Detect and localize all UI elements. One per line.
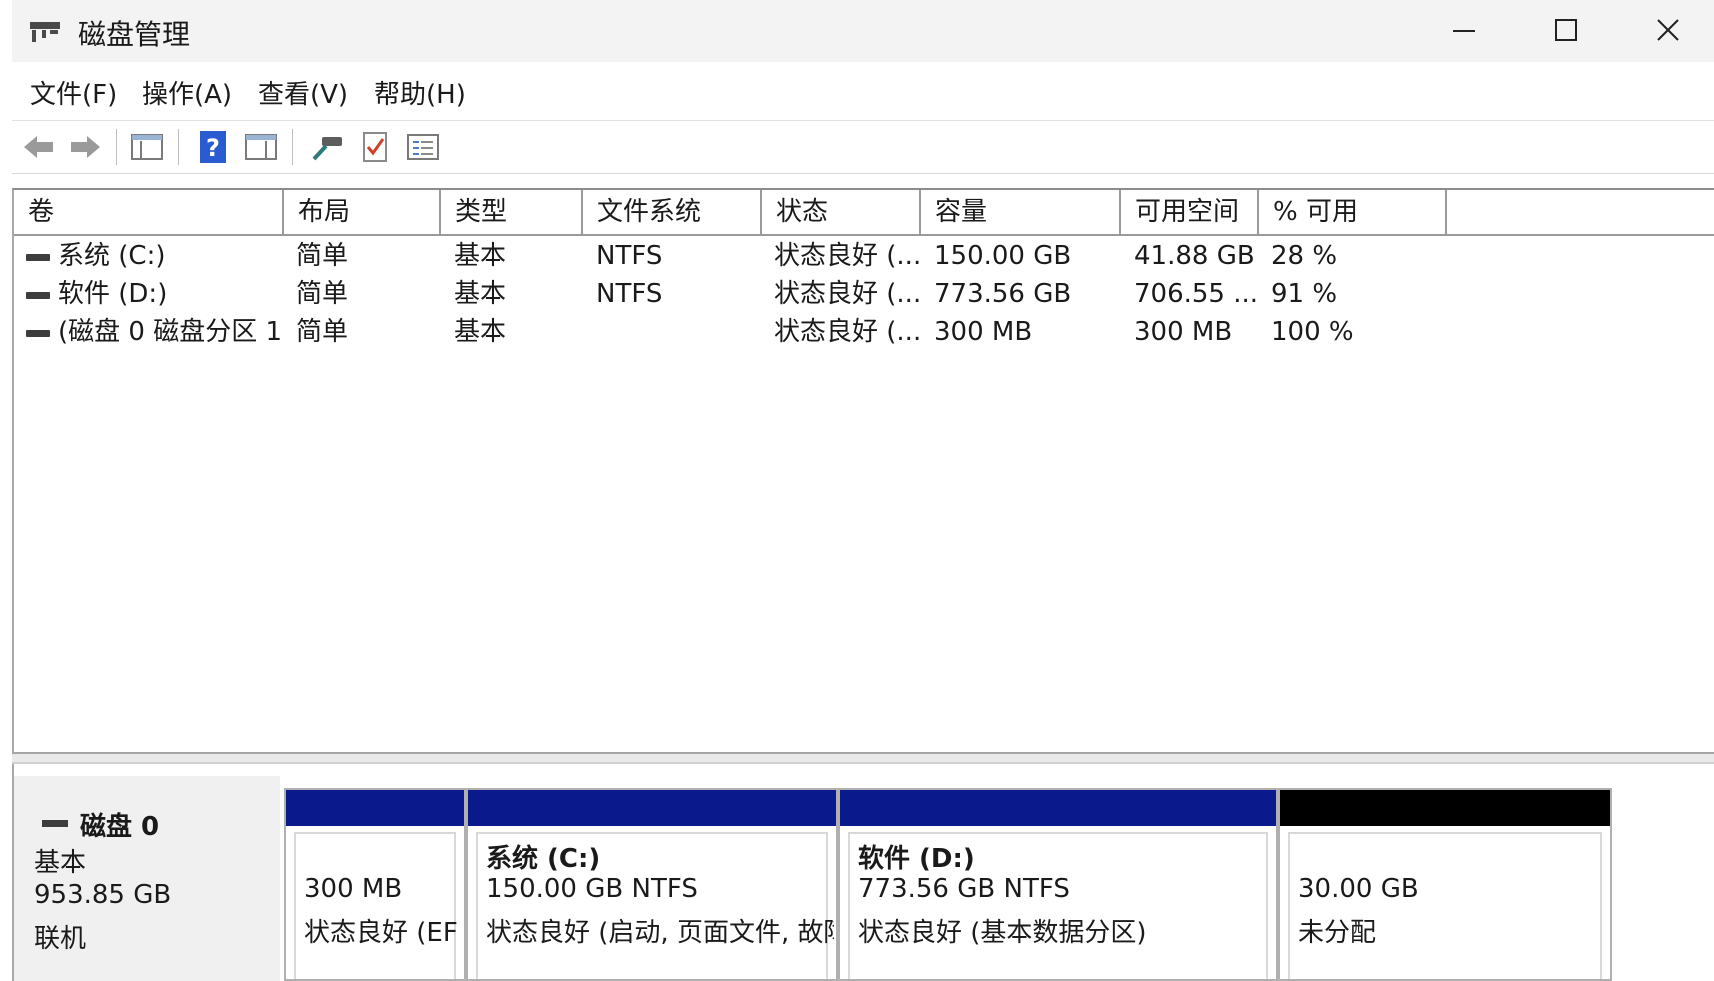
toolbar-separator (178, 129, 179, 165)
volume-name: 系统 (C:) (58, 241, 166, 271)
volume-icon (26, 254, 50, 261)
volume-name: 软件 (D:) (58, 279, 168, 309)
volume-layout: 简单 (296, 279, 349, 309)
partition-color-bar (286, 790, 464, 826)
column-header-status[interactable]: 状态 (762, 190, 921, 234)
help-icon[interactable]: ? (194, 129, 232, 165)
volume-list-header: 卷 布局 类型 文件系统 状态 容量 可用空间 % 可用 (14, 190, 1714, 236)
column-header-free-space[interactable]: 可用空间 (1121, 190, 1259, 234)
volume-type: 基本 (454, 241, 507, 271)
disk-graphical-view: 磁盘 0 基本 953.85 GB 联机 300 MB 状态良好 (EF 系统 … (12, 764, 1714, 981)
partition-color-bar (840, 790, 1276, 826)
close-button[interactable] (1628, 0, 1708, 62)
volume-row[interactable]: 系统 (C:) 简单 基本 NTFS 状态良好 (... 150.00 GB 4… (14, 236, 1714, 276)
volume-free-space: 41.88 GB (1134, 241, 1255, 271)
column-header-capacity[interactable]: 容量 (921, 190, 1121, 234)
partition-status: 状态良好 (基本数据分区) (858, 918, 1147, 948)
volume-icon (26, 330, 50, 337)
volume-percent-free: 28 % (1271, 241, 1338, 271)
column-header-filesystem[interactable]: 文件系统 (583, 190, 762, 234)
volume-free-space: 300 MB (1134, 317, 1233, 347)
volume-capacity: 150.00 GB (934, 241, 1072, 271)
maximize-icon (1555, 19, 1577, 41)
volume-percent-free: 100 % (1271, 317, 1354, 347)
volume-row[interactable]: 软件 (D:) 简单 基本 NTFS 状态良好 (... 773.56 GB 7… (14, 274, 1714, 314)
volume-type: 基本 (454, 279, 507, 309)
partition-size: 150.00 GB NTFS (486, 874, 698, 904)
partition-body: 300 MB 状态良好 (EF (294, 832, 458, 979)
column-header-type[interactable]: 类型 (441, 190, 583, 234)
menu-file[interactable]: 文件(F) (30, 74, 117, 111)
volume-row[interactable]: (磁盘 0 磁盘分区 1) 简单 基本 状态良好 (... 300 MB 300… (14, 312, 1714, 352)
volume-capacity: 773.56 GB (934, 279, 1072, 309)
volume-capacity: 300 MB (934, 317, 1033, 347)
partition-status: 未分配 (1298, 918, 1377, 948)
partition-color-bar (1280, 790, 1610, 826)
volume-layout: 简单 (296, 317, 349, 347)
partition-color-bar (468, 790, 836, 826)
menu-bar: 文件(F) 操作(A) 查看(V) 帮助(H) (12, 64, 1714, 121)
toolbar-separator (292, 129, 293, 165)
disk-info-panel[interactable]: 磁盘 0 基本 953.85 GB 联机 (14, 776, 280, 981)
menu-help[interactable]: 帮助(H) (374, 74, 466, 111)
volume-filesystem: NTFS (596, 241, 663, 271)
volume-name: (磁盘 0 磁盘分区 1) (58, 317, 282, 347)
disk-management-app-icon (30, 22, 60, 42)
checklist-icon[interactable] (356, 129, 394, 165)
menu-view[interactable]: 查看(V) (258, 74, 348, 111)
minimize-button[interactable] (1424, 0, 1504, 62)
close-icon (1657, 19, 1679, 41)
partition-size: 300 MB (304, 874, 403, 904)
column-header-percent-free[interactable]: % 可用 (1259, 190, 1447, 234)
properties-icon[interactable] (404, 129, 442, 165)
partition-status: 状态良好 (启动, 页面文件, 故障 (486, 918, 834, 948)
volume-free-space: 706.55 ... (1134, 279, 1257, 309)
volume-layout: 简单 (296, 241, 349, 271)
partition-body: 30.00 GB 未分配 (1288, 832, 1602, 979)
volume-status: 状态良好 (... (774, 241, 919, 271)
forward-arrow-icon[interactable] (66, 129, 104, 165)
partition-title: 软件 (D:) (858, 844, 975, 874)
partition-body: 系统 (C:) 150.00 GB NTFS 状态良好 (启动, 页面文件, 故… (476, 832, 834, 979)
column-header-layout[interactable]: 布局 (284, 190, 441, 234)
partition-system-c[interactable]: 系统 (C:) 150.00 GB NTFS 状态良好 (启动, 页面文件, 故… (466, 788, 838, 981)
partition-unallocated[interactable]: 30.00 GB 未分配 (1278, 788, 1612, 981)
pane-splitter[interactable] (12, 752, 1714, 764)
maximize-button[interactable] (1526, 0, 1606, 62)
partition-title: 系统 (C:) (486, 844, 601, 874)
column-header-volume[interactable]: 卷 (14, 190, 284, 234)
svg-text:?: ? (206, 134, 220, 162)
volume-percent-free: 91 % (1271, 279, 1338, 309)
partition-efi[interactable]: 300 MB 状态良好 (EF (284, 788, 466, 981)
action-pane-icon[interactable] (242, 129, 280, 165)
partition-body: 软件 (D:) 773.56 GB NTFS 状态良好 (基本数据分区) (848, 832, 1268, 979)
disk-state: 联机 (34, 924, 87, 954)
menu-action[interactable]: 操作(A) (142, 74, 232, 111)
partition-size: 773.56 GB NTFS (858, 874, 1070, 904)
back-arrow-icon[interactable] (20, 129, 58, 165)
volume-status: 状态良好 (... (774, 279, 919, 309)
minimize-icon (1453, 30, 1475, 32)
toolbar-separator (116, 129, 117, 165)
partition-status: 状态良好 (EF (304, 918, 458, 948)
volume-status: 状态良好 (... (774, 317, 919, 347)
title-bar: 磁盘管理 (12, 0, 1714, 62)
console-tree-icon[interactable] (128, 129, 166, 165)
disk-management-window: 磁盘管理 文件(F) 操作(A) 查看(V) 帮助(H) ? 卷 布局 类型 文… (12, 0, 1714, 981)
disk-size: 953.85 GB (34, 880, 172, 910)
toolbar: ? (12, 121, 1714, 174)
connect-disk-icon[interactable] (308, 129, 346, 165)
window-title: 磁盘管理 (78, 18, 191, 51)
volume-list: 卷 布局 类型 文件系统 状态 容量 可用空间 % 可用 系统 (C:) 简单 … (12, 188, 1714, 754)
volume-filesystem (596, 312, 758, 352)
partition-size: 30.00 GB (1298, 874, 1419, 904)
volume-icon (26, 292, 50, 299)
disk-name: 磁盘 0 (80, 812, 160, 842)
disk-type: 基本 (34, 848, 87, 878)
volume-type: 基本 (454, 317, 507, 347)
disk-icon (42, 820, 68, 827)
partition-software-d[interactable]: 软件 (D:) 773.56 GB NTFS 状态良好 (基本数据分区) (838, 788, 1278, 981)
volume-filesystem: NTFS (596, 279, 663, 309)
